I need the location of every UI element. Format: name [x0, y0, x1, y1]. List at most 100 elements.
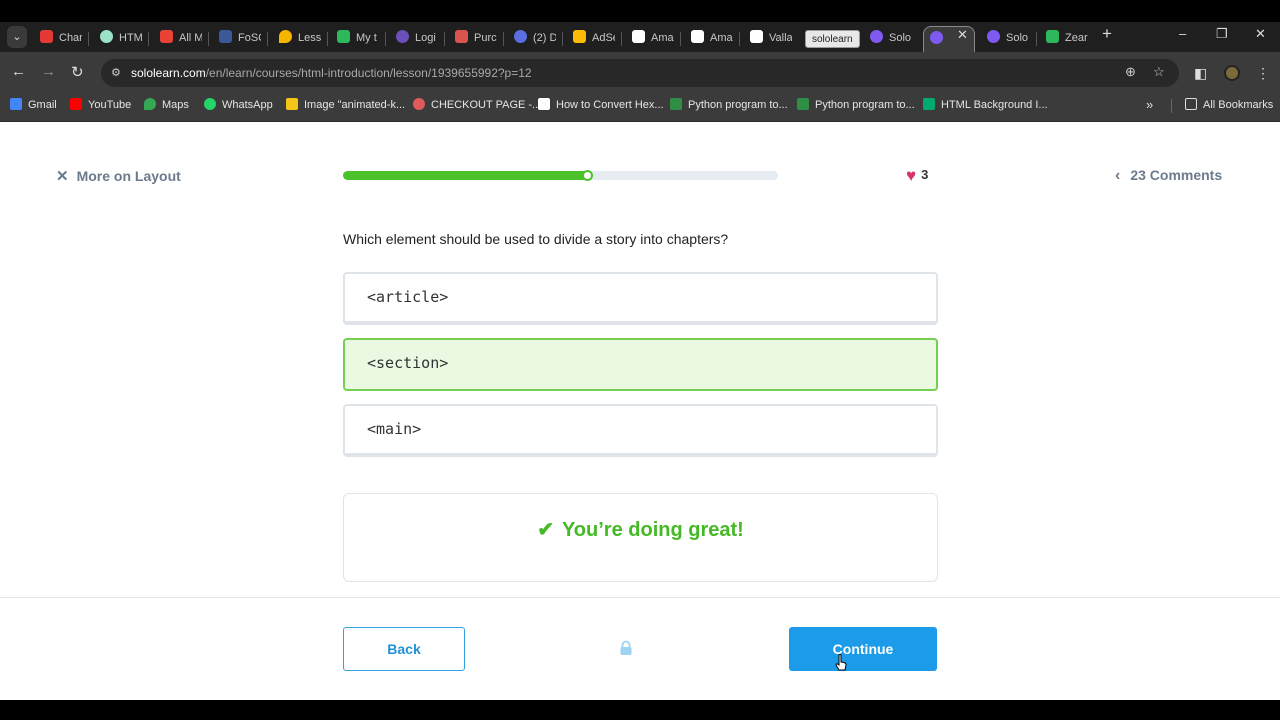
restore-icon[interactable]: ❐ — [1216, 26, 1228, 42]
comments-button[interactable]: ‹ 23 Comments — [1115, 167, 1222, 185]
bookmark-whatsapp[interactable]: WhatsApp — [204, 94, 273, 116]
tab-3[interactable]: FoSC — [219, 26, 261, 50]
lesson-page: ✕ More on Layout ♥ 3 ‹ 23 Comments Which el… — [0, 122, 1280, 700]
tab-6[interactable]: Logi — [396, 26, 438, 50]
tab-divider — [148, 32, 149, 46]
back-arrow-icon[interactable]: ← — [11, 63, 26, 80]
site-info-icon[interactable]: ⚙ — [111, 66, 125, 80]
answer-option-main[interactable]: <main> — [343, 404, 938, 457]
tab-label: Valla — [769, 32, 792, 44]
tab-tooltip: sololearn — [805, 30, 860, 48]
bookmark-favicon-icon — [10, 98, 22, 110]
tab-favicon-icon — [100, 30, 113, 43]
bookmark-youtube[interactable]: YouTube — [70, 94, 131, 116]
tab-10[interactable]: Ama — [632, 26, 674, 50]
address-bar[interactable]: ⚙ sololearn.com/en/learn/courses/html-in… — [101, 59, 1179, 87]
bookmark-label: Gmail — [28, 99, 57, 111]
tab-divider — [739, 32, 740, 46]
bookmark-gmail[interactable]: Gmail — [10, 94, 57, 116]
tab-2[interactable]: All M — [160, 26, 202, 50]
tab-favicon-icon — [750, 30, 763, 43]
tab-13[interactable]: Solo — [870, 26, 914, 50]
tab-9[interactable]: AdSe — [573, 26, 615, 50]
close-icon: ✕ — [56, 168, 69, 185]
tab-12[interactable]: Valla — [750, 26, 792, 50]
tab-divider — [1036, 32, 1037, 46]
tab-1[interactable]: HTM — [100, 26, 142, 50]
all-bookmarks[interactable]: All Bookmarks — [1185, 94, 1273, 116]
bookmark-star-icon[interactable]: ☆ — [1153, 64, 1165, 80]
menu-kebab-icon[interactable]: ⋮ — [1256, 65, 1270, 82]
tab-divider — [621, 32, 622, 46]
answer-option-article[interactable]: <article> — [343, 272, 938, 325]
tab-divider — [444, 32, 445, 46]
close-window-icon[interactable]: ✕ — [1255, 26, 1266, 42]
close-lesson-button[interactable]: ✕ More on Layout — [56, 167, 181, 185]
tab-label: Ama — [710, 32, 733, 44]
tab-favicon-icon — [930, 31, 943, 44]
tab-5[interactable]: My t — [337, 26, 379, 50]
tab-label: Ama — [651, 32, 674, 44]
back-button[interactable]: Back — [343, 627, 465, 671]
progress-knob — [582, 170, 593, 181]
tab-divider — [88, 32, 89, 46]
tab-search-icon[interactable]: ⌄ — [7, 26, 27, 48]
url-path: /en/learn/courses/html-introduction/less… — [205, 66, 532, 80]
tab-favicon-icon — [691, 30, 704, 43]
tab-favicon-icon — [279, 30, 292, 43]
profile-avatar[interactable] — [1224, 65, 1240, 81]
tab-8[interactable]: (2) D — [514, 26, 556, 50]
tab-4[interactable]: Less — [279, 26, 321, 50]
bookmark-python-2[interactable]: Python program to... — [797, 94, 915, 116]
bookmark-label: Maps — [162, 99, 189, 111]
tab-label: Zear — [1065, 32, 1088, 44]
tab-label: (2) D — [533, 32, 556, 44]
tab-label: All M — [179, 32, 202, 44]
tab-7[interactable]: Purc — [455, 26, 497, 50]
continue-button[interactable]: Continue — [789, 627, 937, 671]
bookmark-maps[interactable]: Maps — [144, 94, 189, 116]
bookmark-html-bg[interactable]: HTML Background I... — [923, 94, 1048, 116]
tab-divider — [503, 32, 504, 46]
tab-16[interactable]: Zear — [1046, 26, 1088, 50]
minimize-icon[interactable]: – — [1179, 26, 1186, 41]
hearts-counter: ♥ 3 — [906, 166, 928, 186]
folder-icon — [1185, 98, 1197, 110]
zoom-icon[interactable]: ⊕ — [1125, 64, 1136, 80]
bookmark-image[interactable]: Image "animated-k... — [286, 94, 405, 116]
tab-15[interactable]: Solo — [987, 26, 1031, 50]
bookmark-checkout[interactable]: CHECKOUT PAGE -... — [413, 94, 541, 116]
feedback-panel: ✔ You’re doing great! — [343, 493, 938, 582]
bookmark-hex[interactable]: How to Convert Hex... — [538, 94, 664, 116]
new-tab-icon[interactable]: + — [1102, 24, 1112, 44]
tab-favicon-icon — [573, 30, 586, 43]
bookmark-favicon-icon — [538, 98, 550, 110]
tab-favicon-icon — [40, 30, 53, 43]
tab-divider — [208, 32, 209, 46]
reload-icon[interactable]: ↻ — [71, 63, 84, 81]
bookmark-label: HTML Background I... — [941, 99, 1048, 111]
tab-divider — [680, 32, 681, 46]
bookmark-label: Python program to... — [688, 99, 788, 111]
tab-label: Purc — [474, 32, 497, 44]
browser-toolbar: ← → ↻ ⚙ sololearn.com/en/learn/courses/h… — [0, 52, 1280, 94]
chevron-left-icon: ‹ — [1115, 167, 1121, 184]
tab-favicon-icon — [514, 30, 527, 43]
tab-11[interactable]: Ama — [691, 26, 733, 50]
tab-label: HTM — [119, 32, 142, 44]
tab-close-icon[interactable]: ✕ — [957, 27, 968, 43]
tab-favicon-icon — [1046, 30, 1059, 43]
answer-option-section[interactable]: <section> — [343, 338, 938, 391]
tab-favicon-icon — [396, 30, 409, 43]
side-panel-icon[interactable]: ◧ — [1194, 65, 1207, 82]
tab-label: AdSe — [592, 32, 615, 44]
tab-0[interactable]: Char — [40, 26, 82, 50]
bookmark-python-1[interactable]: Python program to... — [670, 94, 788, 116]
bookmarks-bar: Gmail YouTube Maps WhatsApp Image "anima… — [0, 94, 1280, 122]
tab-label: Solo — [1006, 32, 1029, 44]
forward-arrow-icon[interactable]: → — [41, 63, 56, 80]
bookmark-label: Image "animated-k... — [304, 99, 406, 111]
bookmarks-overflow-icon[interactable]: » — [1146, 94, 1153, 116]
tab-label: Logi — [415, 32, 436, 44]
screen: ⌄ Char HTM All M FoSC Less My t Logi Pur… — [0, 0, 1280, 720]
